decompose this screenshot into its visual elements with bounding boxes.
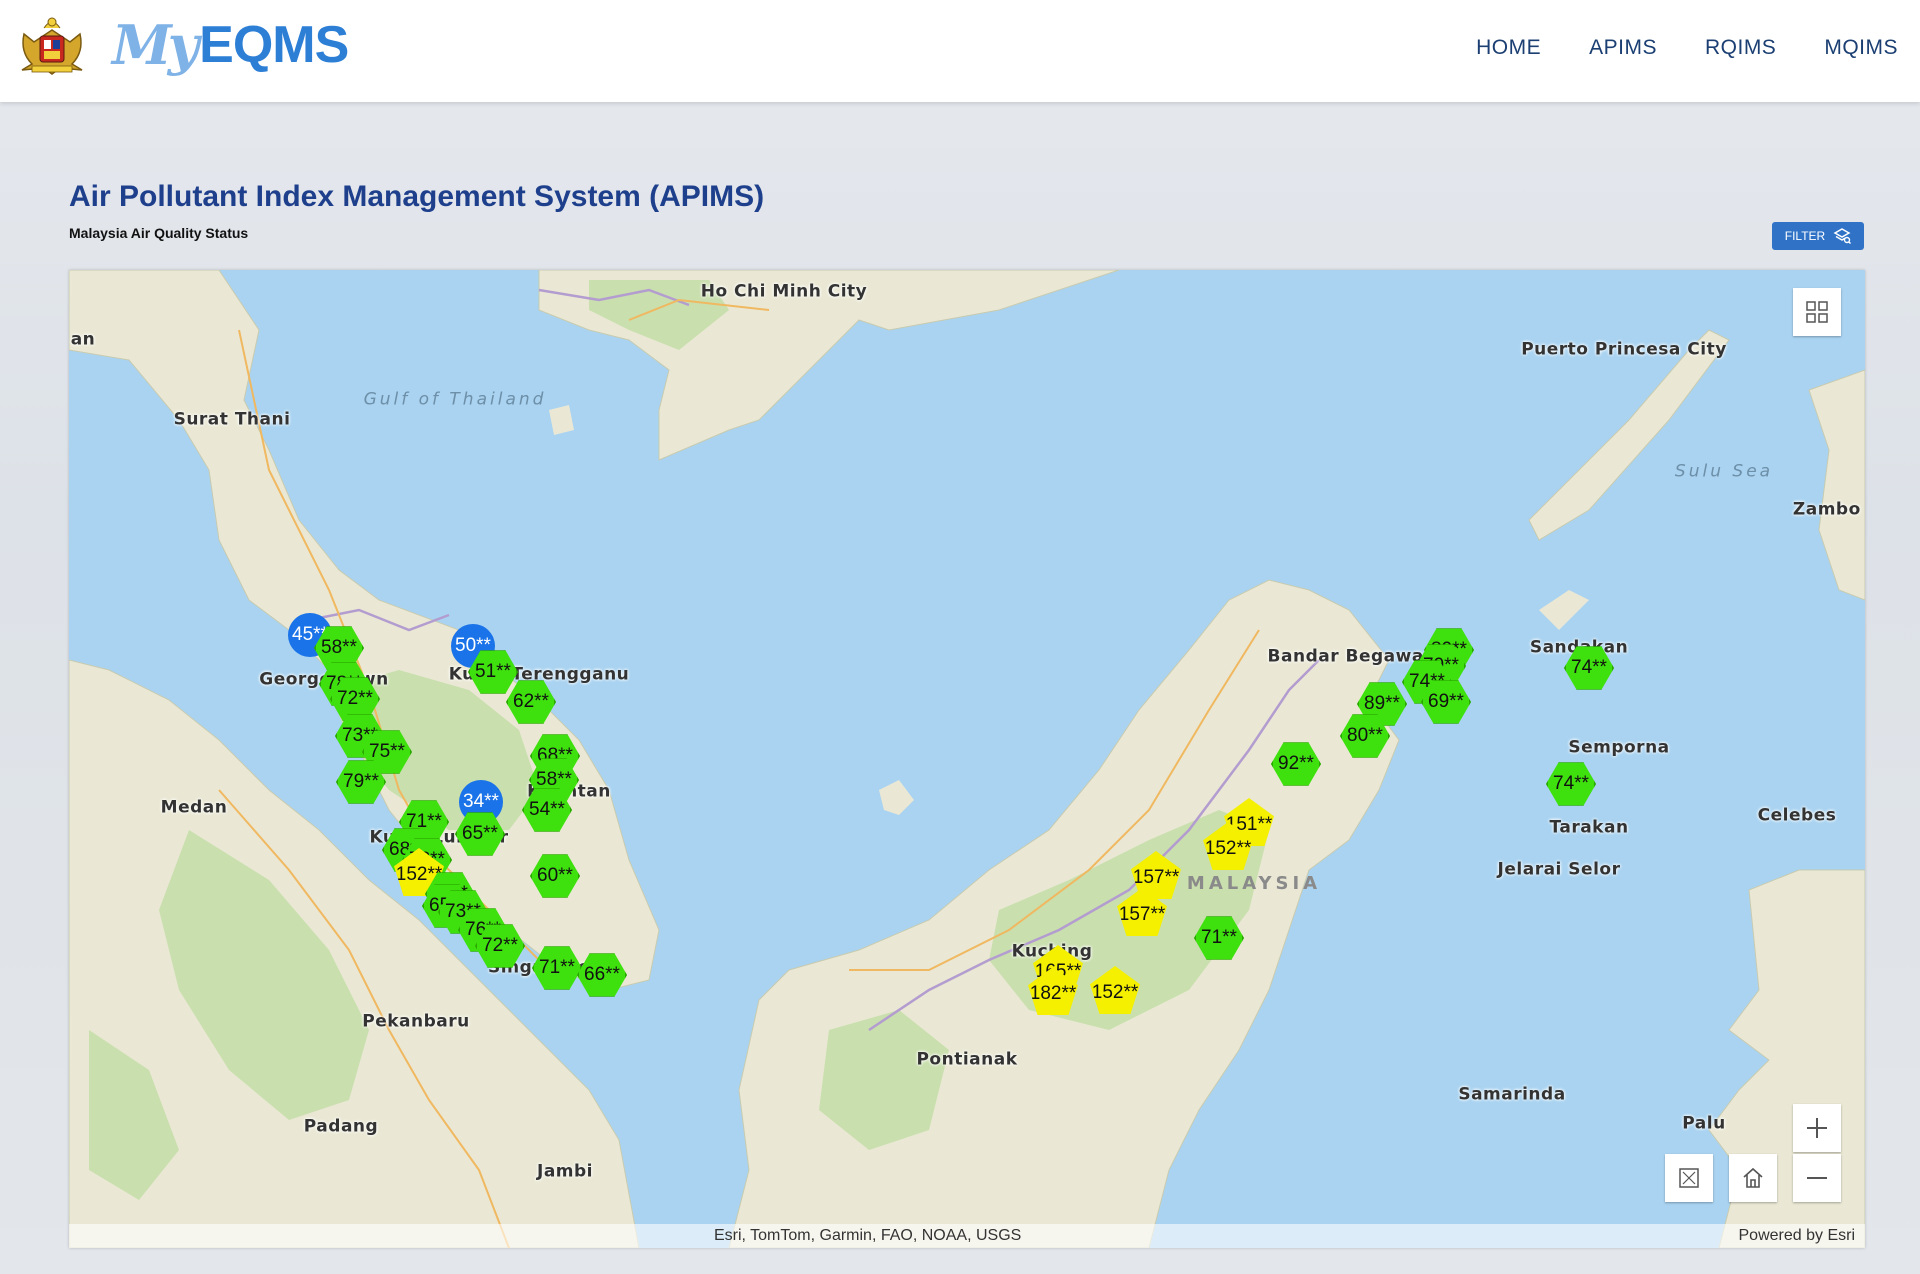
sea-label: Sulu Sea xyxy=(1674,461,1774,482)
city-label: Jambi xyxy=(536,1161,594,1182)
page-subtitle: Malaysia Air Quality Status xyxy=(69,225,249,241)
basemap xyxy=(69,270,1865,1248)
malaysia-coat-of-arms-logo[interactable] xyxy=(14,12,90,76)
main-nav: HOME APIMS RQIMS MQIMS xyxy=(1428,36,1898,60)
city-label: Jelarai Selor xyxy=(1497,859,1621,880)
station-api-value: 66** xyxy=(584,964,620,985)
station-api-value: 62** xyxy=(513,691,549,712)
station-api-value: 182** xyxy=(1029,983,1077,1004)
myeqms-logo[interactable]: My EQMS xyxy=(112,10,349,80)
fullscreen-button[interactable] xyxy=(1665,1154,1713,1202)
country-label: MALAYSIA xyxy=(1186,873,1322,894)
city-label: Zambo Cit xyxy=(1792,499,1861,520)
logo-eqms-text: EQMS xyxy=(199,16,349,74)
minus-icon xyxy=(1807,1177,1827,1179)
city-label: Tarakan xyxy=(1549,817,1629,838)
station-api-value: 65** xyxy=(462,823,498,844)
city-label: an xyxy=(70,329,96,350)
city-label: Palu xyxy=(1682,1113,1726,1134)
filter-button-label: FILTER xyxy=(1784,229,1826,243)
station-api-value: 34** xyxy=(463,791,499,812)
map-view[interactable]: Ho Chi Minh City Surat Thani Puerto Prince… xyxy=(69,270,1865,1248)
zoom-in-button[interactable] xyxy=(1793,1104,1841,1152)
station-api-value: 71** xyxy=(539,957,575,978)
station-api-value: 72** xyxy=(482,935,518,956)
station-api-value: 72** xyxy=(337,688,373,709)
grid-icon xyxy=(1806,301,1828,323)
powered-by-esri[interactable]: Powered by Esri xyxy=(1739,1227,1856,1245)
station-api-value: 157** xyxy=(1118,904,1166,925)
station-api-value: 74** xyxy=(1571,657,1607,678)
station-api-value: 60** xyxy=(537,865,573,886)
city-label: Samarinda xyxy=(1458,1084,1566,1105)
map-credits: Esri, TomTom, Garmin, FAO, NOAA, USGS xyxy=(714,1227,1022,1244)
city-label: Bandar Begawan xyxy=(1267,646,1437,667)
station-api-value: 157** xyxy=(1132,867,1180,888)
station-api-value: 92** xyxy=(1278,753,1314,774)
nav-rqims[interactable]: RQIMS xyxy=(1705,36,1776,60)
nav-mqims[interactable]: MQIMS xyxy=(1824,36,1898,60)
station-api-value: 79** xyxy=(343,771,379,792)
page-title: Air Pollutant Index Management System (A… xyxy=(69,180,765,213)
city-label: Surat Thani xyxy=(173,409,291,430)
city-label: Semporna xyxy=(1568,737,1670,758)
station-api-value: 74** xyxy=(1553,773,1589,794)
zoom-out-button[interactable] xyxy=(1793,1154,1841,1202)
station-api-value: 58** xyxy=(321,637,357,658)
city-label: Puerto Princesa City xyxy=(1521,339,1727,360)
filter-layers-icon xyxy=(1833,228,1852,245)
city-label: Celebes xyxy=(1757,805,1837,826)
filter-button[interactable]: FILTER xyxy=(1772,222,1864,250)
city-label: Padang xyxy=(303,1116,379,1137)
logo-my-text: My xyxy=(112,13,199,77)
station-api-value: 80** xyxy=(1347,725,1383,746)
city-label: Pontianak xyxy=(916,1049,1018,1070)
top-navigation-bar: My EQMS HOME APIMS RQIMS MQIMS xyxy=(0,0,1920,102)
station-api-value: 75** xyxy=(369,741,405,762)
city-label: Ho Chi Minh City xyxy=(700,281,868,302)
home-icon xyxy=(1743,1167,1763,1188)
city-label: Pekanbaru xyxy=(362,1011,470,1032)
station-api-value: 51** xyxy=(475,661,511,682)
nav-home[interactable]: HOME xyxy=(1476,36,1541,60)
city-label: Medan xyxy=(160,797,228,818)
station-api-value: 152** xyxy=(1204,838,1252,859)
station-api-value: 69** xyxy=(1428,691,1464,712)
expand-icon xyxy=(1679,1168,1699,1188)
home-button[interactable] xyxy=(1729,1154,1777,1202)
sea-label: Gulf of Thailand xyxy=(363,389,547,410)
station-api-value: 152** xyxy=(1091,982,1139,1003)
attribution-bar: Esri, TomTom, Garmin, FAO, NOAA, USGS Po… xyxy=(69,1224,1865,1248)
nav-apims[interactable]: APIMS xyxy=(1589,36,1657,60)
basemap-gallery-button[interactable] xyxy=(1793,288,1841,336)
station-api-value: 89** xyxy=(1364,693,1400,714)
station-api-value: 58** xyxy=(536,769,572,790)
station-api-value: 54** xyxy=(529,799,565,820)
station-api-value: 71** xyxy=(1201,927,1237,948)
plus-icon xyxy=(1807,1118,1827,1138)
